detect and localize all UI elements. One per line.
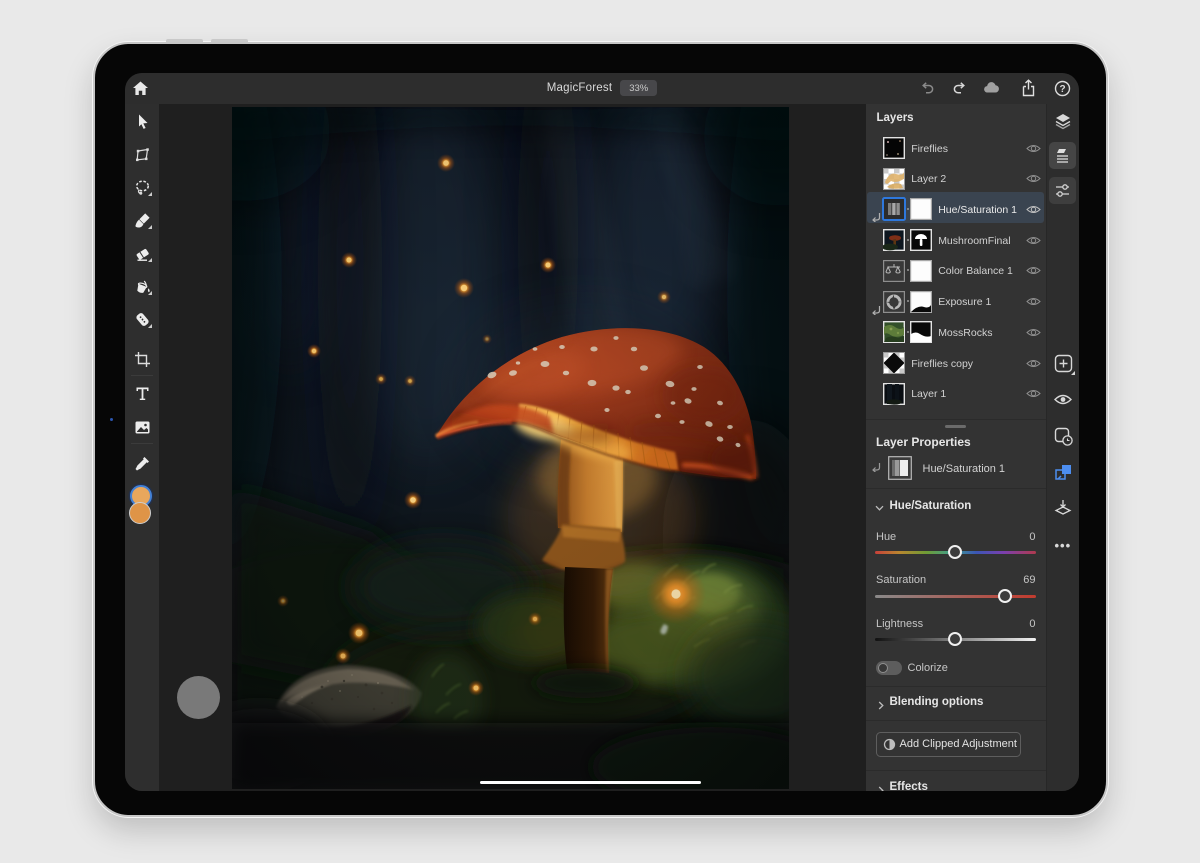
svg-text:?: ?	[1059, 84, 1065, 95]
